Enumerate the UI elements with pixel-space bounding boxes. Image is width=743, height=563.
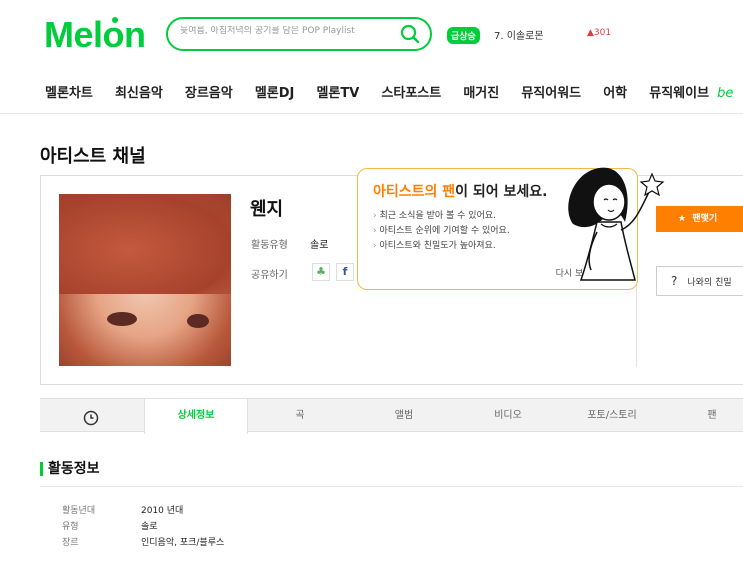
page-title: 아티스트 채널: [40, 146, 146, 167]
nav-item-starpost[interactable]: 스타포스트: [381, 82, 441, 101]
main-nav: 멜론차트 최신음악 장르음악 멜론DJ 멜론TV 스타포스트 매거진 뮤직어워드…: [45, 82, 743, 104]
clock-icon[interactable]: [83, 410, 99, 426]
tab-songs[interactable]: 곡: [248, 399, 352, 432]
share-facebook-icon[interactable]: f: [336, 263, 354, 281]
nav-item-tv[interactable]: 멜론TV: [316, 82, 359, 101]
hot-rank: ▲301: [587, 28, 612, 38]
popup-title-rest: 이 되어 보세요.: [455, 184, 548, 200]
section-marker: [40, 462, 43, 476]
tab-photo-story[interactable]: 포토/스토리: [560, 399, 664, 432]
popup-benefits: 최근 소식을 받아 볼 수 있어요. 아티스트 순위에 기여할 수 있어요. 아…: [373, 209, 510, 254]
nav-item-magazine[interactable]: 매거진: [463, 82, 499, 101]
question-icon: ?: [671, 274, 678, 288]
photo-eye: [187, 314, 209, 328]
share-kakao-icon[interactable]: ♣: [312, 263, 330, 281]
photo-eye: [107, 312, 137, 326]
divider: [0, 113, 743, 114]
nav-item-new[interactable]: 최신음악: [115, 82, 163, 101]
info-label: 활동년대: [62, 506, 96, 516]
popup-title: 아티스트의 팬이 되어 보세요.: [373, 181, 548, 201]
artist-tabs: 상세정보 곡 앨범 비디오 포토/스토리 팬: [40, 398, 743, 434]
girl-illustration: [568, 167, 665, 281]
nav-item-dj[interactable]: 멜론DJ: [255, 82, 295, 101]
tab-albums[interactable]: 앨범: [352, 399, 456, 432]
section-title: 활동정보: [48, 461, 100, 477]
friendship-button[interactable]: ? 나와의 친밀: [656, 266, 743, 296]
search-box[interactable]: [166, 17, 432, 51]
type-label: 활동유형: [251, 240, 288, 251]
popup-benefit-item: 최근 소식을 받아 볼 수 있어요.: [373, 209, 510, 224]
info-value: 솔로: [141, 522, 158, 532]
tab-fans[interactable]: 팬: [664, 399, 743, 432]
hot-badge: 급상승: [447, 27, 480, 44]
info-label: 장르: [62, 538, 79, 548]
hot-keyword[interactable]: 7. 이솔로몬: [494, 27, 544, 42]
popup-benefit-item: 아티스트와 친밀도가 높아져요.: [373, 239, 510, 254]
photo-hair: [59, 194, 231, 294]
nav-item-language[interactable]: 어학: [603, 82, 627, 101]
nav-item-award[interactable]: 뮤직어워드: [521, 82, 581, 101]
search-icon[interactable]: [400, 24, 420, 44]
nav-item-genre[interactable]: 장르음악: [185, 82, 233, 101]
popup-title-highlight: 아티스트의 팬: [373, 184, 456, 200]
fan-button-label: 팬맺기: [692, 214, 718, 224]
popup-benefit-item: 아티스트 순위에 기여할 수 있어요.: [373, 224, 509, 239]
melon-logo[interactable]: Melon: [44, 14, 146, 56]
tab-videos[interactable]: 비디오: [456, 399, 560, 432]
friendship-button-label: 나와의 친밀: [687, 278, 732, 288]
info-label: 유형: [62, 522, 79, 532]
info-value: 인디음악, 포크/블루스: [141, 538, 225, 548]
search-input[interactable]: [180, 26, 390, 36]
nav-item-chart[interactable]: 멜론차트: [45, 82, 93, 101]
artist-name: 웬지: [250, 199, 284, 220]
tab-detail[interactable]: 상세정보: [144, 399, 248, 434]
divider: [40, 486, 743, 487]
share-label: 공유하기: [251, 270, 288, 281]
nav-item-musicwave[interactable]: 뮤직웨이브: [649, 82, 709, 101]
artist-photo: [59, 194, 231, 366]
nav-item-be[interactable]: be: [717, 86, 733, 101]
fan-button[interactable]: ★ 팬맺기: [656, 206, 743, 232]
info-value: 2010 년대: [141, 506, 184, 516]
type-value: 솔로: [310, 240, 329, 251]
